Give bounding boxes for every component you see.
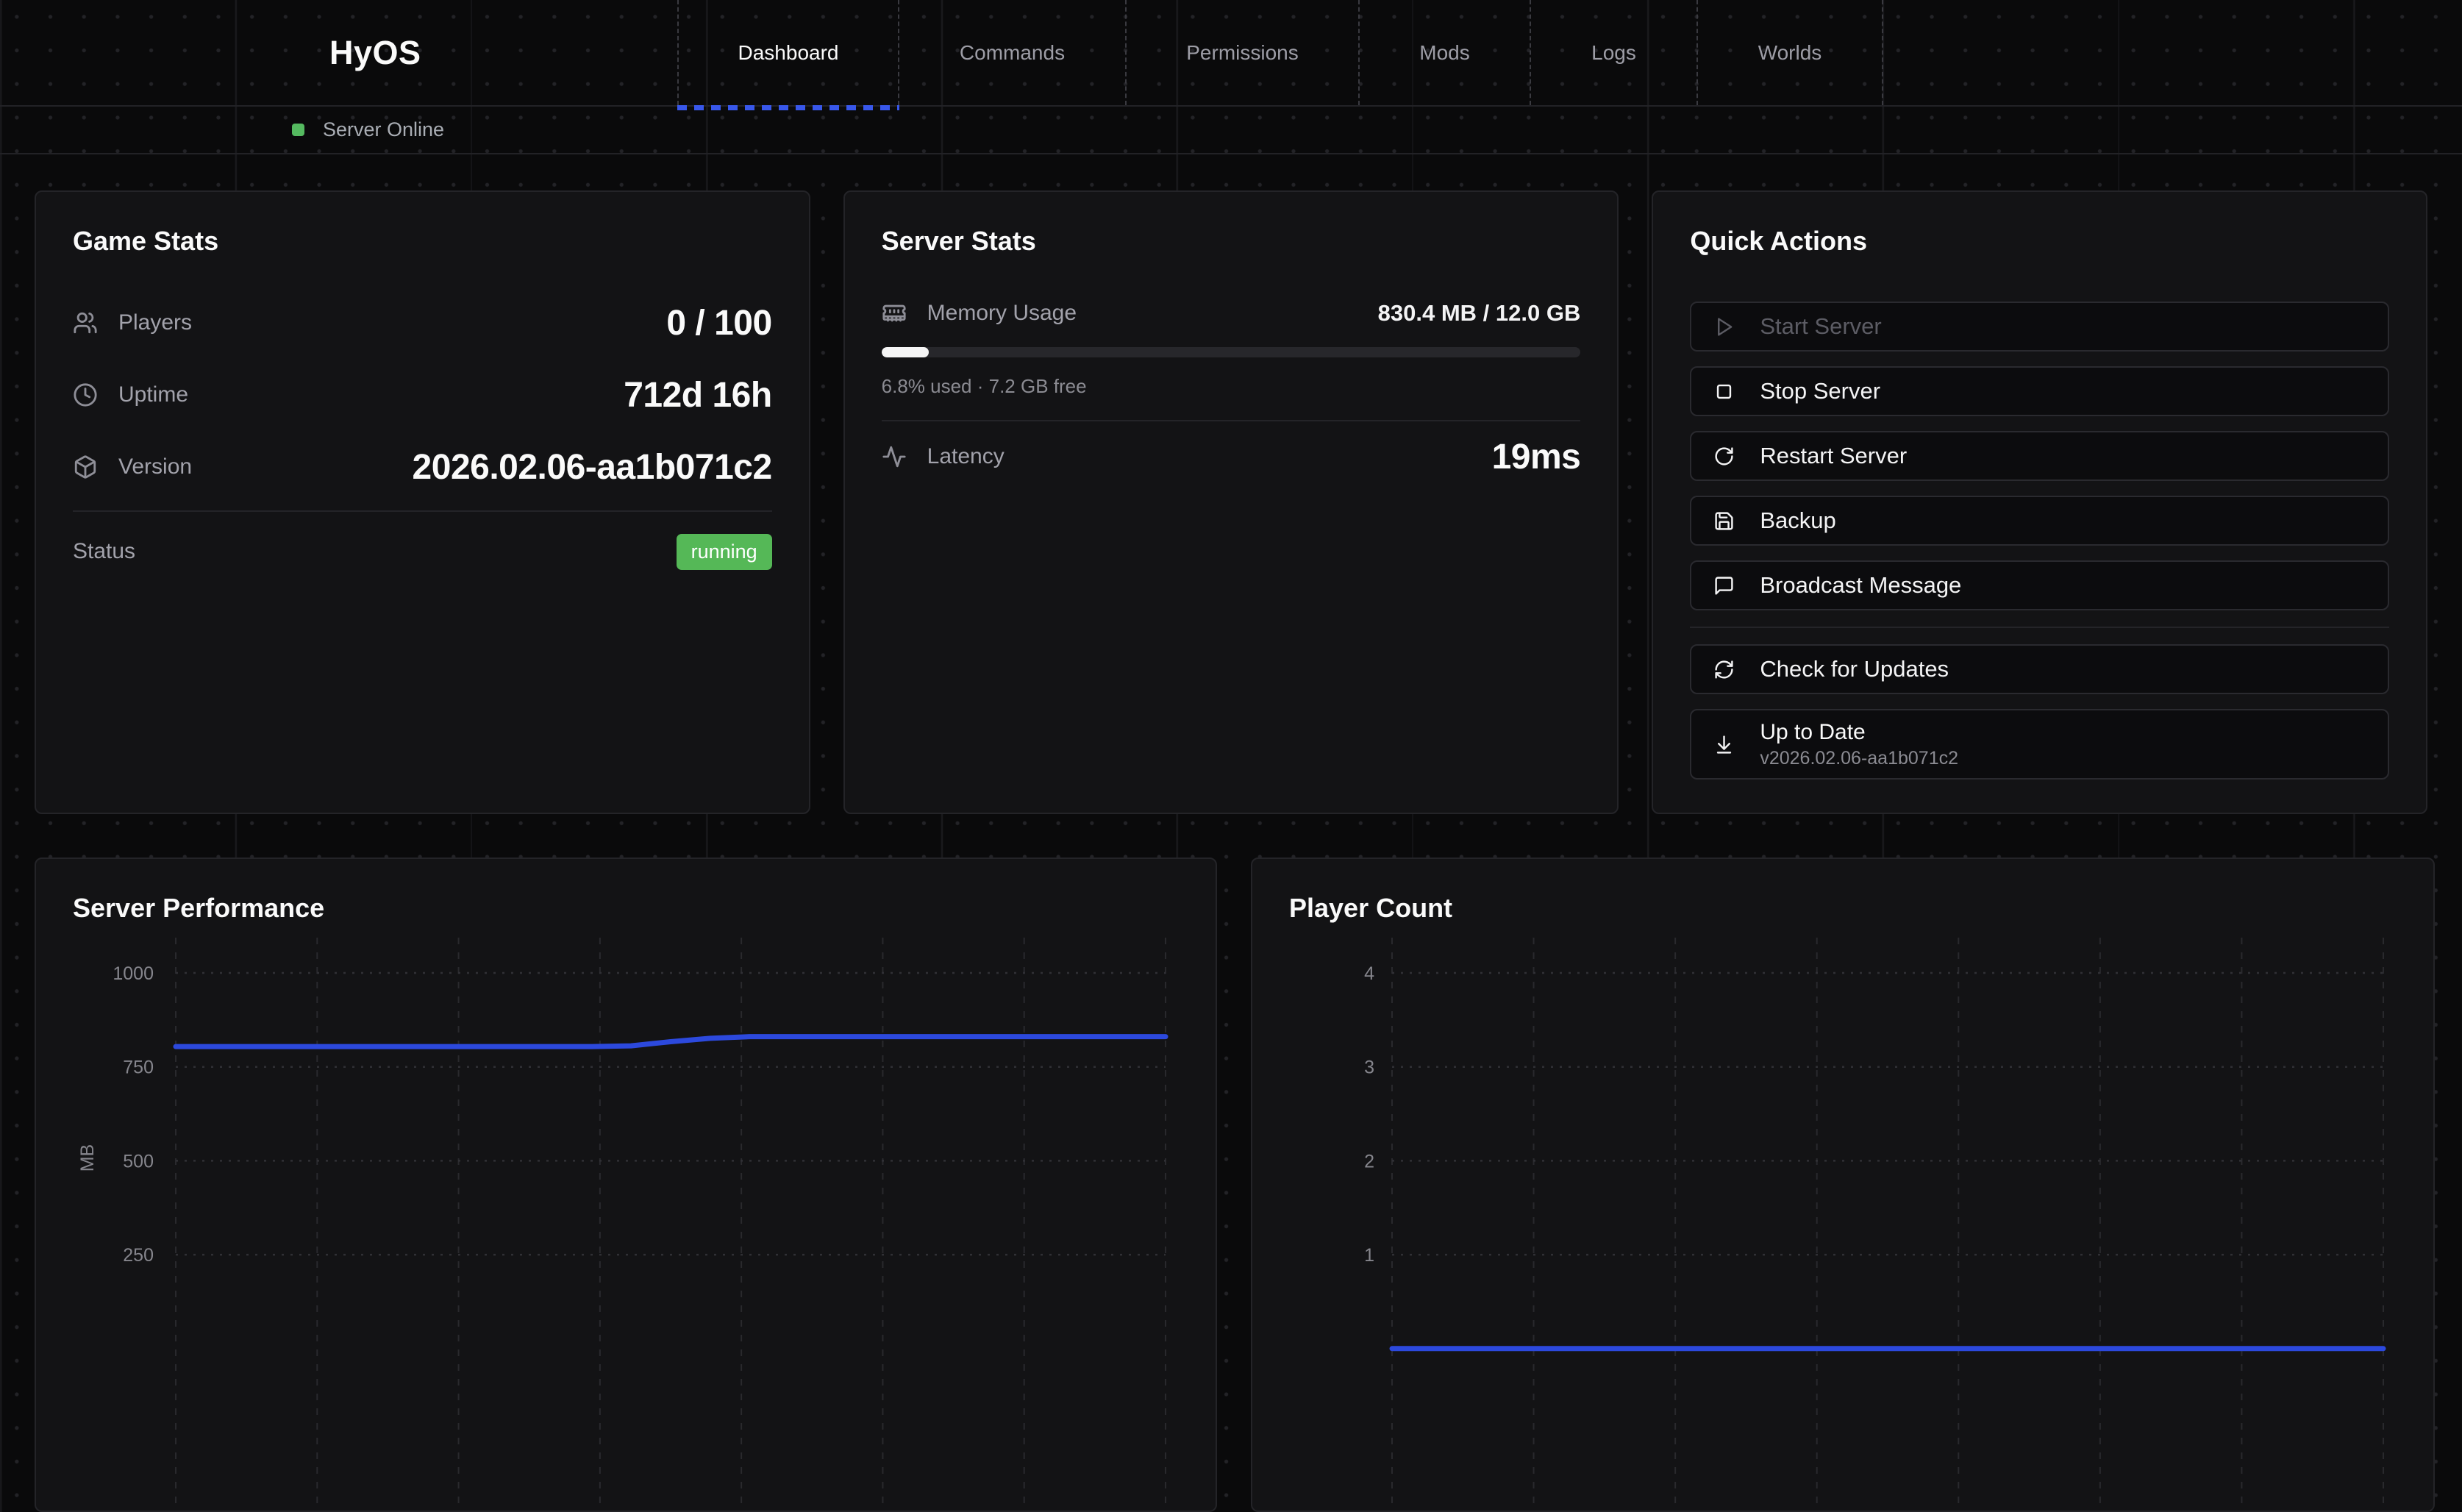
svg-text:750: 750 (123, 1058, 154, 1078)
nav-tabs: DashboardCommandsPermissionsModsLogsWorl… (677, 0, 1883, 105)
memory-usage-label: Memory Usage (927, 301, 1077, 326)
memory-caption: 6.8% used · 7.2 GB free (882, 375, 1581, 398)
svg-text:2: 2 (1364, 1151, 1374, 1172)
quick-actions-card: Quick Actions Start Server Stop Server R… (1652, 190, 2427, 814)
restart-server-button[interactable]: Restart Server (1690, 431, 2389, 481)
latency-row: Latency 19ms (882, 421, 1581, 492)
update-status-title: Up to Date (1760, 721, 1958, 744)
memory-usage-value: 830.4 MB / 12.0 GB (1378, 300, 1581, 327)
backup-button[interactable]: Backup (1690, 496, 2389, 546)
app-logo: HyOS (329, 0, 421, 105)
restart-server-label: Restart Server (1760, 443, 1907, 469)
package-icon (73, 454, 98, 479)
stop-square-icon (1713, 381, 1735, 402)
server-status-bar: Server Online (0, 107, 2462, 154)
broadcast-message-button[interactable]: Broadcast Message (1690, 560, 2389, 610)
message-square-icon (1713, 575, 1735, 596)
server-status-label: Server Online (323, 118, 444, 141)
tab-dashboard[interactable]: Dashboard (677, 0, 898, 105)
quick-actions-title: Quick Actions (1690, 224, 2389, 257)
svg-text:3: 3 (1364, 1058, 1374, 1078)
game-stats-divider (73, 510, 772, 512)
svg-text:4: 4 (1364, 963, 1374, 984)
game-stats-card: Game Stats Players 0 / 100 Uptime 712d 1… (35, 190, 810, 814)
refresh-cw-icon (1713, 659, 1735, 680)
players-value: 0 / 100 (666, 303, 771, 343)
clock-icon (73, 382, 98, 407)
latency-label: Latency (927, 444, 1005, 469)
download-icon (1713, 734, 1735, 755)
tab-worlds[interactable]: Worlds (1696, 0, 1883, 105)
dashboard-content: Game Stats Players 0 / 100 Uptime 712d 1… (0, 154, 2462, 1512)
latency-value: 19ms (1492, 437, 1581, 477)
uptime-label: Uptime (118, 382, 188, 407)
start-server-button[interactable]: Start Server (1690, 302, 2389, 352)
svg-text:500: 500 (123, 1151, 154, 1172)
server-stats-card: Server Stats Memory Usage 830.4 MB / 12.… (843, 190, 1619, 814)
update-status-version: v2026.02.06-aa1b071c2 (1760, 749, 1958, 769)
game-stats-title: Game Stats (73, 224, 772, 257)
stop-server-button[interactable]: Stop Server (1690, 366, 2389, 416)
status-row: Status running (73, 528, 772, 575)
version-label: Version (118, 454, 192, 479)
server-performance-title: Server Performance (73, 891, 1179, 924)
top-nav: HyOS DashboardCommandsPermissionsModsLog… (0, 0, 2462, 107)
server-performance-card: 1000 750 500 250 MB Server Performance (35, 857, 1217, 1512)
stats-row: Game Stats Players 0 / 100 Uptime 712d 1… (35, 190, 2427, 814)
update-status-block: Up to Date v2026.02.06-aa1b071c2 (1690, 709, 2389, 780)
version-stat-row: Version 2026.02.06-aa1b071c2 (73, 431, 772, 503)
status-label: Status (73, 539, 135, 564)
stop-server-label: Stop Server (1760, 378, 1880, 404)
version-value: 2026.02.06-aa1b071c2 (413, 447, 772, 488)
broadcast-message-label: Broadcast Message (1760, 572, 1961, 599)
memory-usage-row: Memory Usage 830.4 MB / 12.0 GB (882, 287, 1581, 340)
hyos-dashboard: { "app": { "title": "HyOS" }, "colors": … (0, 0, 2462, 1331)
svg-text:1: 1 (1364, 1245, 1374, 1266)
activity-icon (882, 444, 907, 469)
quick-actions-list: Start Server Stop Server Restart Server … (1690, 302, 2389, 780)
users-icon (73, 310, 98, 335)
player-count-title: Player Count (1289, 891, 2397, 924)
player-count-chart: 4 3 2 1 (1252, 859, 2433, 1511)
tab-permissions[interactable]: Permissions (1125, 0, 1358, 105)
players-stat-row: Players 0 / 100 (73, 287, 772, 359)
player-count-card: 4 3 2 1 Player Count (1251, 857, 2435, 1512)
game-stats-rows: Players 0 / 100 Uptime 712d 16h Version (73, 287, 772, 503)
tab-commands[interactable]: Commands (898, 0, 1125, 105)
save-icon (1713, 510, 1735, 532)
server-performance-chart: 1000 750 500 250 MB (36, 859, 1216, 1511)
rotate-cw-icon (1713, 446, 1735, 467)
players-label: Players (118, 310, 192, 335)
check-for-updates-label: Check for Updates (1760, 656, 1949, 682)
quick-actions-divider (1690, 627, 2389, 628)
uptime-stat-row: Uptime 712d 16h (73, 359, 772, 431)
memory-stick-icon (882, 301, 907, 326)
svg-text:MB: MB (77, 1144, 98, 1172)
backup-label: Backup (1760, 507, 1835, 534)
memory-progress-fill (882, 347, 930, 357)
svg-text:250: 250 (123, 1245, 154, 1266)
svg-text:1000: 1000 (113, 963, 154, 984)
start-server-label: Start Server (1760, 313, 1881, 340)
memory-progress-bar (882, 347, 1581, 357)
online-indicator-icon (292, 124, 304, 136)
charts-row: 1000750500250MB Server Performance 4321 … (35, 857, 2427, 1512)
check-for-updates-button[interactable]: Check for Updates (1690, 644, 2389, 694)
play-icon (1713, 316, 1735, 338)
running-status-badge: running (677, 534, 772, 570)
tab-mods[interactable]: Mods (1358, 0, 1530, 105)
server-stats-title: Server Stats (882, 224, 1581, 257)
tab-logs[interactable]: Logs (1530, 0, 1696, 105)
uptime-value: 712d 16h (624, 375, 771, 416)
